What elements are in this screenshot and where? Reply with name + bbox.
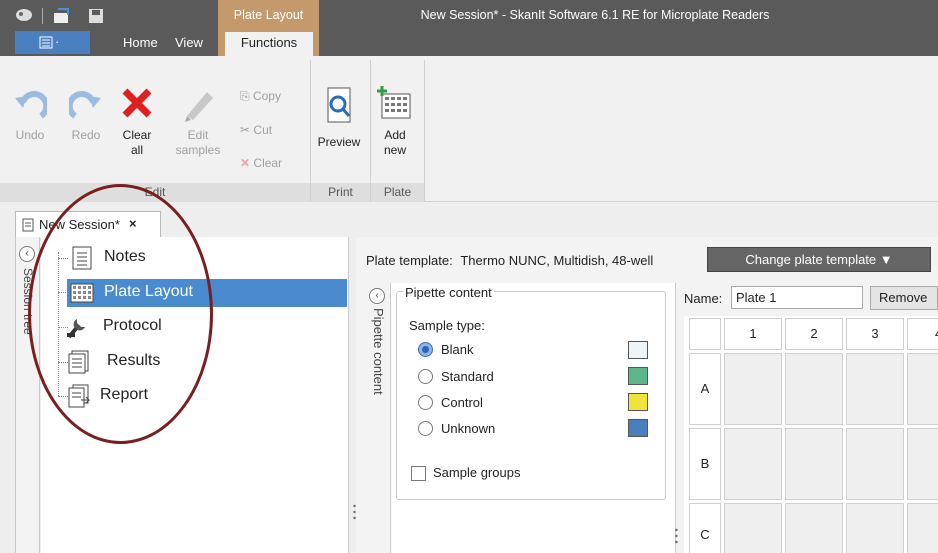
plate-template-label: Plate template: bbox=[366, 253, 453, 268]
copy-label: Copy bbox=[252, 89, 281, 103]
plate-well[interactable] bbox=[785, 428, 843, 500]
tab-functions-label: Functions bbox=[240, 35, 298, 50]
plate-well[interactable] bbox=[907, 503, 938, 553]
plate-group-label: Plate bbox=[371, 183, 424, 202]
file-menu-button[interactable]: · bbox=[15, 31, 90, 54]
plate-well[interactable] bbox=[846, 503, 904, 553]
cut-label: Cut bbox=[253, 123, 273, 137]
plate-well[interactable] bbox=[907, 353, 938, 425]
ribbon-separator bbox=[310, 60, 311, 201]
collapse-pipette-content-icon[interactable]: ‹ bbox=[369, 288, 385, 304]
splitter-handle[interactable] bbox=[675, 527, 678, 545]
clear-x-icon: ✕ bbox=[240, 156, 251, 170]
plate-well[interactable] bbox=[846, 428, 904, 500]
cut-button[interactable]: ✂ Cut bbox=[240, 123, 272, 137]
scissors-icon: ✂ bbox=[240, 123, 251, 137]
print-group-label: Print bbox=[311, 183, 370, 202]
app-icon[interactable] bbox=[14, 7, 34, 26]
clear-all-icon bbox=[122, 88, 152, 118]
clear-label: Clear bbox=[253, 156, 283, 170]
redo-button[interactable]: Redo bbox=[66, 86, 106, 143]
grid-row-header[interactable]: C bbox=[689, 503, 721, 553]
clear-all-button[interactable]: Clear all bbox=[117, 86, 157, 158]
tab-view[interactable]: View bbox=[175, 35, 203, 50]
grid-row-header[interactable]: B bbox=[689, 428, 721, 500]
plate-name-label: Name: bbox=[684, 291, 723, 306]
radio-blank[interactable] bbox=[418, 342, 433, 357]
context-tab-label: Plate Layout bbox=[233, 8, 304, 22]
annotation-circle bbox=[28, 184, 213, 444]
plate-name-input[interactable]: Plate 1 bbox=[731, 286, 863, 309]
plate-template-info: Plate template: Thermo NUNC, Multidish, … bbox=[366, 253, 653, 268]
plate-well[interactable] bbox=[724, 503, 782, 553]
ribbon-separator bbox=[370, 60, 371, 201]
clear-all-label-2: all bbox=[130, 143, 143, 157]
edit-samples-button[interactable]: Edit samples bbox=[172, 86, 224, 158]
sample-groups-checkbox[interactable] bbox=[411, 466, 426, 481]
redo-label: Redo bbox=[71, 128, 101, 142]
ribbon-separator bbox=[424, 60, 425, 201]
save-icon[interactable] bbox=[87, 7, 105, 28]
undo-button[interactable]: Undo bbox=[10, 86, 50, 143]
radio-standard-label: Standard bbox=[441, 369, 494, 384]
file-menu-label: · bbox=[55, 34, 60, 49]
control-color-swatch bbox=[628, 393, 648, 411]
radio-unknown[interactable] bbox=[418, 421, 433, 436]
sample-groups-label: Sample groups bbox=[433, 465, 521, 480]
pipette-content-legend: Pipette content bbox=[403, 285, 494, 300]
edit-samples-label-2: samples bbox=[175, 143, 221, 157]
blank-color-swatch bbox=[628, 341, 648, 359]
window-title: New Session* - SkanIt Software 6.1 RE fo… bbox=[420, 8, 770, 22]
add-new-label-1: Add bbox=[384, 128, 406, 142]
unknown-color-swatch bbox=[628, 419, 648, 437]
plate-well[interactable] bbox=[785, 353, 843, 425]
pipette-content-vertical-label: Pipette content bbox=[371, 308, 386, 395]
add-plate-icon bbox=[377, 86, 411, 119]
open-file-icon[interactable] bbox=[52, 7, 72, 28]
grid-corner bbox=[689, 318, 721, 350]
plate-well[interactable] bbox=[907, 428, 938, 500]
title-separator bbox=[42, 8, 43, 24]
copy-button[interactable]: ⎘ Copy bbox=[240, 89, 281, 104]
standard-color-swatch bbox=[628, 367, 648, 385]
plate-template-value: Thermo NUNC, Multidish, 48-well bbox=[460, 253, 654, 268]
pencil-icon bbox=[185, 92, 213, 122]
radio-unknown-label: Unknown bbox=[441, 421, 496, 436]
undo-icon bbox=[15, 91, 50, 119]
remove-plate-button[interactable]: Remove bbox=[870, 286, 938, 310]
grid-column-header[interactable]: 2 bbox=[785, 318, 843, 350]
add-new-label-2: new bbox=[383, 143, 406, 157]
grid-column-header[interactable]: 4 bbox=[907, 318, 938, 350]
undo-label: Undo bbox=[15, 128, 45, 142]
plate-well[interactable] bbox=[846, 353, 904, 425]
grid-column-header[interactable]: 1 bbox=[724, 318, 782, 350]
change-plate-template-button[interactable]: Change plate template ▼ bbox=[707, 247, 931, 272]
clear-all-label-1: Clear bbox=[122, 128, 152, 142]
clear-button[interactable]: ✕ Clear bbox=[240, 156, 282, 170]
redo-icon bbox=[66, 91, 101, 119]
copy-icon: ⎘ bbox=[240, 89, 250, 103]
document-icon bbox=[22, 218, 34, 232]
add-new-plate-button[interactable]: Add new bbox=[375, 86, 415, 158]
radio-blank-label: Blank bbox=[441, 342, 474, 357]
grid-column-header[interactable]: 3 bbox=[846, 318, 904, 350]
collapse-session-tree-icon[interactable]: ‹ bbox=[19, 246, 35, 262]
sample-type-label: Sample type: bbox=[409, 318, 485, 333]
plate-well[interactable] bbox=[724, 353, 782, 425]
plate-well[interactable] bbox=[785, 503, 843, 553]
preview-button[interactable]: Preview bbox=[314, 86, 364, 150]
preview-icon bbox=[327, 87, 351, 123]
edit-samples-label-1: Edit bbox=[187, 128, 209, 142]
file-menu-icon bbox=[39, 36, 53, 49]
plate-well[interactable] bbox=[724, 428, 782, 500]
tab-functions[interactable]: Functions bbox=[224, 31, 314, 56]
radio-standard[interactable] bbox=[418, 369, 433, 384]
radio-control[interactable] bbox=[418, 395, 433, 410]
preview-label: Preview bbox=[317, 135, 361, 149]
radio-control-label: Control bbox=[441, 395, 483, 410]
grid-row-header[interactable]: A bbox=[689, 353, 721, 425]
tab-home[interactable]: Home bbox=[123, 35, 158, 50]
